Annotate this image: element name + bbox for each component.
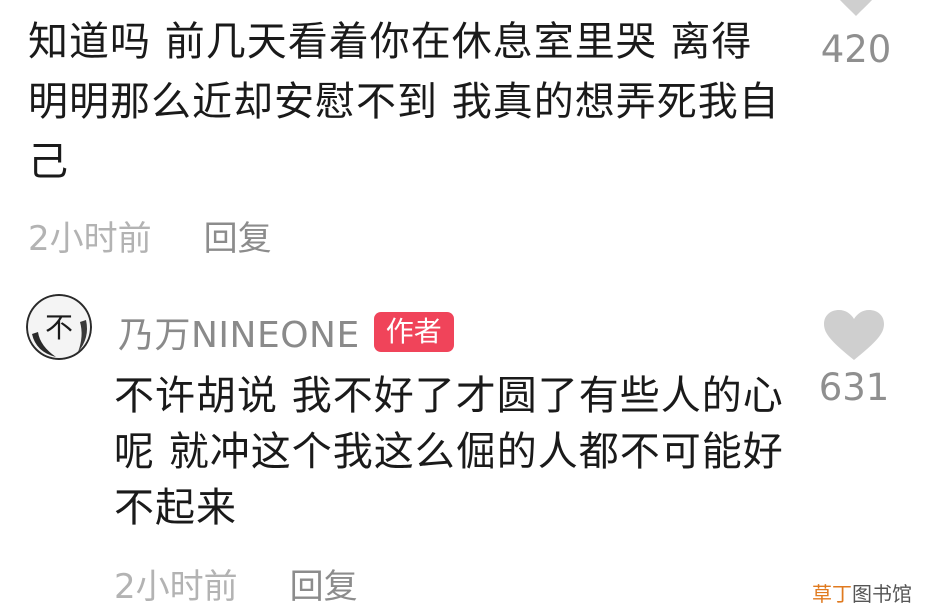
reply-button[interactable]: 回复 xyxy=(290,562,358,612)
comment-text: 知道吗 前几天看着你在休息室里哭 离得明明那么近却安慰不到 我真的想弄死我自己 xyxy=(28,19,780,185)
like-button[interactable]: 420 xyxy=(816,0,896,84)
like-count: 420 xyxy=(820,28,892,71)
avatar-glyph: 不 xyxy=(45,311,73,344)
author-badge: 作者 xyxy=(373,312,454,352)
author-header: 乃万NINEONE 作者 xyxy=(118,306,454,358)
heart-icon xyxy=(816,0,896,24)
like-count: 631 xyxy=(818,366,890,409)
comment-timestamp: 2小时前 xyxy=(28,219,152,259)
comment-timestamp: 2小时前 xyxy=(114,567,238,607)
comment-text: 不许胡说 我不好了才圆了有些人的心呢 就冲这个我这么倔的人都不可能好不起来 xyxy=(114,373,784,531)
watermark-text: 图书馆 xyxy=(852,582,912,606)
comment-meta: 2小时前 回复 xyxy=(28,214,272,264)
watermark-accent: 草丁 xyxy=(812,582,852,606)
comment-meta: 2小时前 回复 xyxy=(114,562,358,612)
watermark: 草丁图书馆 xyxy=(808,578,916,607)
comment-thread: 知道吗 前几天看着你在休息室里哭 离得明明那么近却安慰不到 我真的想弄死我自己 … xyxy=(0,0,926,615)
like-button[interactable]: 631 xyxy=(814,308,894,418)
avatar[interactable]: 不 xyxy=(26,294,92,360)
reply-button[interactable]: 回复 xyxy=(204,214,272,264)
username[interactable]: 乃万NINEONE xyxy=(118,306,360,358)
heart-icon xyxy=(814,308,894,364)
